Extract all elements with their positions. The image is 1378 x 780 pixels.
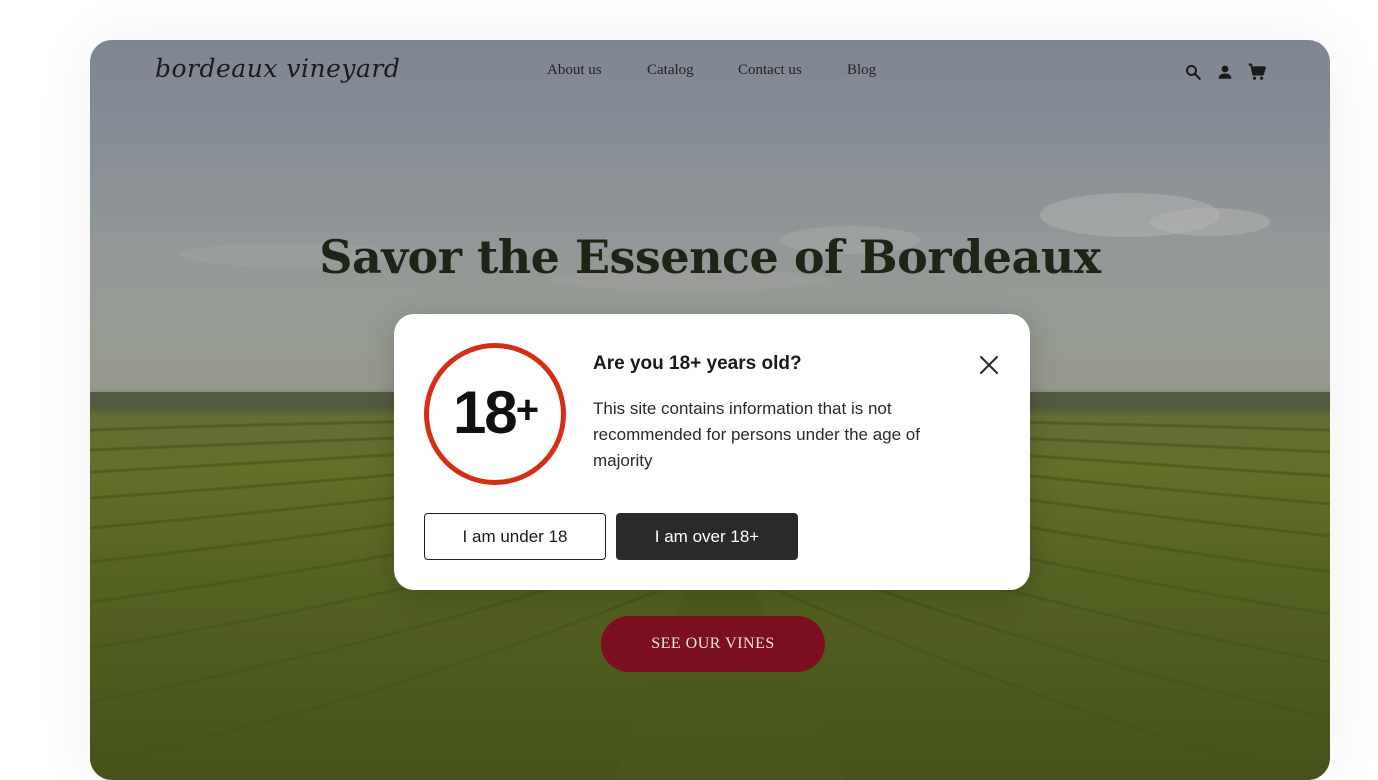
header-icons xyxy=(1182,61,1268,83)
hero-title: Savor the Essence of Bordeaux xyxy=(319,230,1101,284)
age-badge-plus: + xyxy=(515,387,539,432)
under-18-button[interactable]: I am under 18 xyxy=(424,513,606,560)
age-verification-modal: 18+ Are you 18+ years old? This site con… xyxy=(394,314,1030,590)
age-badge: 18+ xyxy=(424,343,566,485)
search-icon[interactable] xyxy=(1182,61,1204,83)
nav-catalog[interactable]: Catalog xyxy=(647,62,694,79)
age-badge-text: 18+ xyxy=(452,378,539,447)
see-our-vines-button[interactable]: SEE OUR VINES xyxy=(601,616,825,672)
over-18-button[interactable]: I am over 18+ xyxy=(616,513,798,560)
user-icon[interactable] xyxy=(1214,61,1236,83)
cart-icon[interactable] xyxy=(1246,61,1268,83)
nav-blog[interactable]: Blog xyxy=(847,62,876,79)
nav-contact-us[interactable]: Contact us xyxy=(738,62,802,79)
modal-title: Are you 18+ years old? xyxy=(593,353,802,374)
modal-body: This site contains information that is n… xyxy=(593,399,920,470)
close-icon[interactable] xyxy=(977,353,1001,377)
site-logo[interactable]: bordeaux vineyard xyxy=(155,54,400,83)
age-badge-number: 18 xyxy=(452,378,518,446)
nav-about-us[interactable]: About us xyxy=(547,62,602,79)
